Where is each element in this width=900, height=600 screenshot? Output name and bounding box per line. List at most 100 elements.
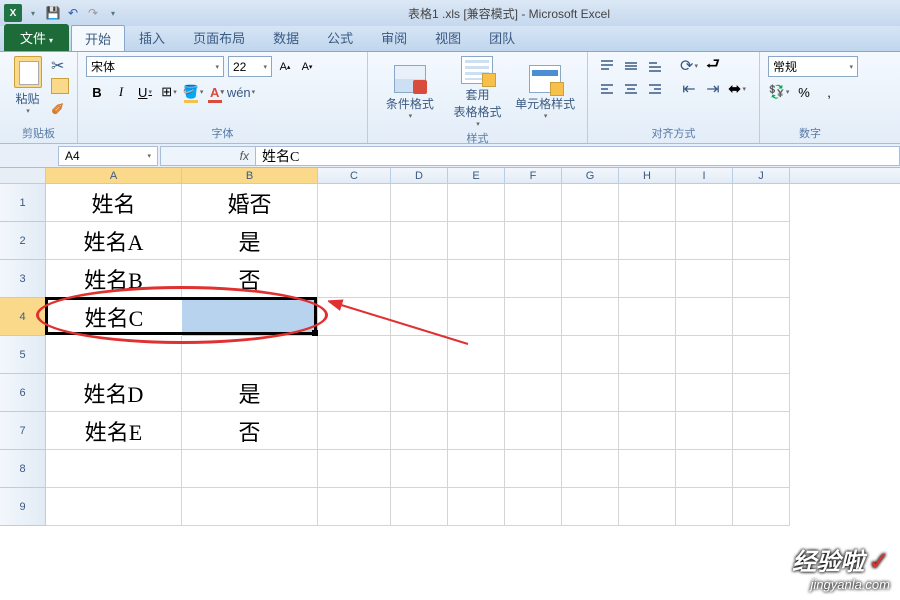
cell-H5[interactable] — [619, 336, 676, 374]
cell-E4[interactable] — [448, 298, 505, 336]
column-header-B[interactable]: B — [182, 168, 318, 183]
increase-indent-icon[interactable]: ⇥ — [702, 79, 724, 99]
cell-A7[interactable]: 姓名E — [46, 412, 182, 450]
column-header-H[interactable]: H — [619, 168, 676, 183]
cell-C4[interactable] — [318, 298, 391, 336]
cell-H3[interactable] — [619, 260, 676, 298]
underline-button[interactable]: U▾ — [134, 81, 156, 103]
cell-J3[interactable] — [733, 260, 790, 298]
cell-I3[interactable] — [676, 260, 733, 298]
cell-D3[interactable] — [391, 260, 448, 298]
row-header-5[interactable]: 5 — [0, 336, 46, 374]
tab-team[interactable]: 团队 — [475, 24, 529, 51]
column-header-D[interactable]: D — [391, 168, 448, 183]
cell-E6[interactable] — [448, 374, 505, 412]
qat-more-icon[interactable]: ▾ — [104, 4, 122, 22]
cell-D7[interactable] — [391, 412, 448, 450]
copy-icon[interactable] — [51, 78, 69, 94]
cell-C8[interactable] — [318, 450, 391, 488]
decrease-font-icon[interactable]: A▾ — [298, 58, 316, 76]
qat-dropdown-icon[interactable]: ▾ — [24, 4, 42, 22]
align-bottom-icon[interactable] — [644, 56, 666, 76]
select-all-corner[interactable] — [0, 168, 46, 184]
increase-font-icon[interactable]: A▴ — [276, 58, 294, 76]
name-box[interactable]: A4▾ — [58, 146, 158, 166]
row-header-1[interactable]: 1 — [0, 184, 46, 222]
cell-I5[interactable] — [676, 336, 733, 374]
cell-F2[interactable] — [505, 222, 562, 260]
cell-B9[interactable] — [182, 488, 318, 526]
cell-D2[interactable] — [391, 222, 448, 260]
cell-G8[interactable] — [562, 450, 619, 488]
save-icon[interactable]: 💾 — [44, 4, 62, 22]
row-header-2[interactable]: 2 — [0, 222, 46, 260]
cell-B3[interactable]: 否 — [182, 260, 318, 298]
cell-A8[interactable] — [46, 450, 182, 488]
border-button[interactable]: ⊞▾ — [158, 81, 180, 103]
phonetic-button[interactable]: wén▾ — [230, 81, 252, 103]
cell-G6[interactable] — [562, 374, 619, 412]
column-header-G[interactable]: G — [562, 168, 619, 183]
cell-J1[interactable] — [733, 184, 790, 222]
cell-B8[interactable] — [182, 450, 318, 488]
format-painter-icon[interactable]: ✐ — [51, 100, 69, 116]
row-header-9[interactable]: 9 — [0, 488, 46, 526]
cell-H6[interactable] — [619, 374, 676, 412]
cell-I1[interactable] — [676, 184, 733, 222]
font-name-select[interactable]: 宋体▾ — [86, 56, 224, 77]
align-center-icon[interactable] — [620, 79, 642, 99]
cell-I2[interactable] — [676, 222, 733, 260]
cell-E8[interactable] — [448, 450, 505, 488]
fill-color-button[interactable]: 🪣▾ — [182, 81, 204, 103]
cell-B7[interactable]: 否 — [182, 412, 318, 450]
align-left-icon[interactable] — [596, 79, 618, 99]
cell-F7[interactable] — [505, 412, 562, 450]
align-middle-icon[interactable] — [620, 56, 642, 76]
tab-data[interactable]: 数据 — [259, 24, 313, 51]
cell-D1[interactable] — [391, 184, 448, 222]
cell-E9[interactable] — [448, 488, 505, 526]
cell-J6[interactable] — [733, 374, 790, 412]
cell-C2[interactable] — [318, 222, 391, 260]
cell-A9[interactable] — [46, 488, 182, 526]
conditional-format-button[interactable]: 条件格式▾ — [379, 65, 441, 120]
align-top-icon[interactable] — [596, 56, 618, 76]
column-header-C[interactable]: C — [318, 168, 391, 183]
cell-C5[interactable] — [318, 336, 391, 374]
cell-G7[interactable] — [562, 412, 619, 450]
comma-format-icon[interactable]: , — [818, 81, 840, 103]
cell-I9[interactable] — [676, 488, 733, 526]
cell-A5[interactable] — [46, 336, 182, 374]
cell-I6[interactable] — [676, 374, 733, 412]
tab-file[interactable]: 文件▾ — [4, 24, 69, 51]
number-format-select[interactable]: 常规▾ — [768, 56, 858, 77]
cell-B1[interactable]: 婚否 — [182, 184, 318, 222]
cell-F3[interactable] — [505, 260, 562, 298]
tab-home[interactable]: 开始 — [71, 25, 125, 51]
paste-button[interactable]: 粘贴 ▾ — [8, 56, 47, 123]
cell-I8[interactable] — [676, 450, 733, 488]
cell-G3[interactable] — [562, 260, 619, 298]
cell-D8[interactable] — [391, 450, 448, 488]
cell-A1[interactable]: 姓名 — [46, 184, 182, 222]
italic-button[interactable]: I — [110, 81, 132, 103]
cell-E2[interactable] — [448, 222, 505, 260]
cell-F8[interactable] — [505, 450, 562, 488]
cell-C7[interactable] — [318, 412, 391, 450]
format-as-table-button[interactable]: 套用 表格格式▾ — [446, 56, 508, 128]
accounting-format-icon[interactable]: 💱▾ — [768, 81, 790, 103]
cell-J5[interactable] — [733, 336, 790, 374]
cell-F6[interactable] — [505, 374, 562, 412]
cell-G1[interactable] — [562, 184, 619, 222]
cell-F9[interactable] — [505, 488, 562, 526]
column-header-I[interactable]: I — [676, 168, 733, 183]
cell-styles-button[interactable]: 单元格样式▾ — [514, 65, 576, 120]
cell-A6[interactable]: 姓名D — [46, 374, 182, 412]
tab-review[interactable]: 审阅 — [367, 24, 421, 51]
cell-G9[interactable] — [562, 488, 619, 526]
cell-J4[interactable] — [733, 298, 790, 336]
cell-J7[interactable] — [733, 412, 790, 450]
cell-H8[interactable] — [619, 450, 676, 488]
cell-E5[interactable] — [448, 336, 505, 374]
column-header-F[interactable]: F — [505, 168, 562, 183]
